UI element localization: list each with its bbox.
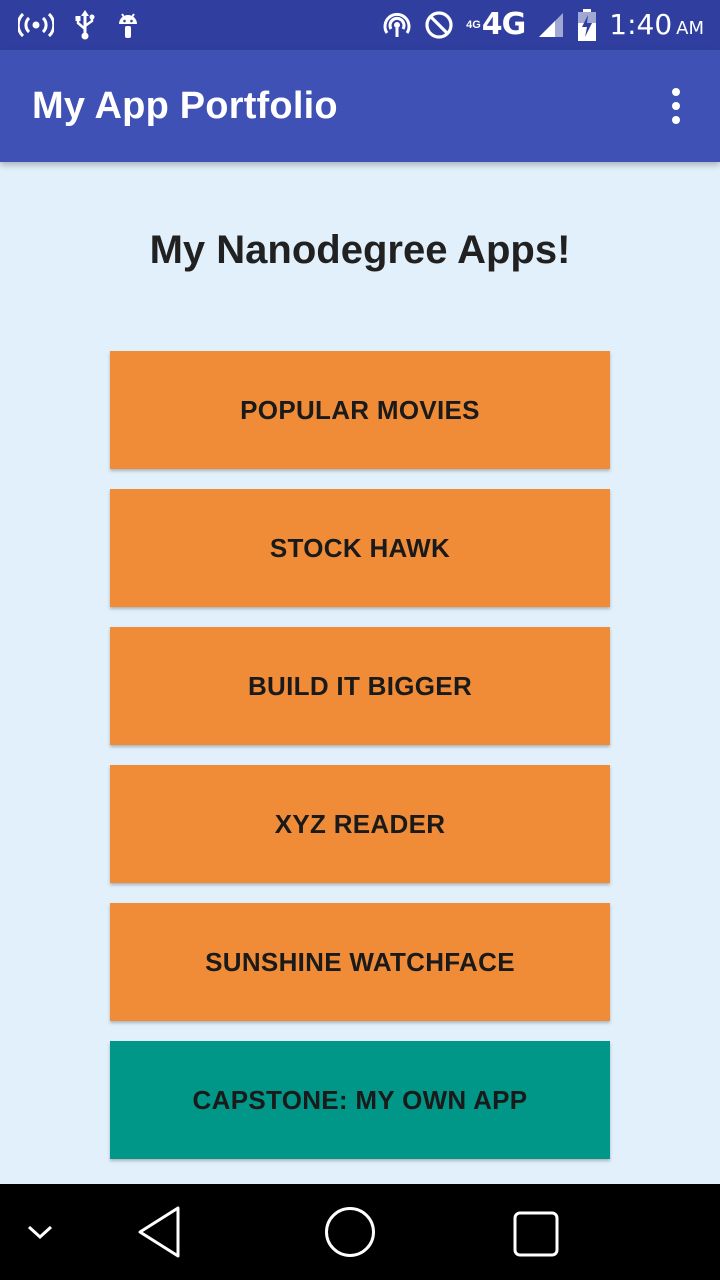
nfc-icon (382, 10, 412, 40)
navigation-bar (0, 1184, 720, 1280)
do-not-disturb-icon (424, 10, 454, 40)
popular-movies-button[interactable]: POPULAR MOVIES (110, 351, 610, 469)
overflow-dot (672, 116, 680, 124)
status-bar: 4G 4G 1:40 AM (0, 0, 720, 50)
clock-time: 1:40 (609, 8, 673, 41)
signal-icon (537, 11, 565, 39)
home-icon[interactable] (318, 1200, 382, 1264)
overflow-dot (672, 88, 680, 96)
usb-icon (74, 10, 96, 40)
sunshine-watchface-button[interactable]: SUNSHINE WATCHFACE (110, 903, 610, 1021)
app-title: My App Portfolio (32, 84, 338, 127)
xyz-reader-button[interactable]: XYZ READER (110, 765, 610, 883)
recents-icon[interactable] (506, 1204, 566, 1264)
app-bar: My App Portfolio (0, 50, 720, 162)
stock-hawk-button[interactable]: STOCK HAWK (110, 489, 610, 607)
capstone-button[interactable]: CAPSTONE: MY OWN APP (110, 1041, 610, 1159)
clock: 1:40 AM (609, 11, 704, 39)
network-type: 4G 4G (466, 7, 526, 42)
back-icon[interactable] (128, 1202, 192, 1262)
more-vert-icon[interactable] (646, 66, 706, 146)
page-heading: My Nanodegree Apps! (149, 228, 571, 272)
build-it-bigger-button[interactable]: BUILD IT BIGGER (110, 627, 610, 745)
main-content: My Nanodegree Apps! POPULAR MOVIES STOCK… (0, 162, 720, 1184)
hotspot-icon (18, 12, 54, 38)
network-type-small: 4G (466, 18, 481, 31)
overflow-dot (672, 102, 680, 110)
collapse-down-icon[interactable] (14, 1212, 66, 1252)
battery-charging-icon (577, 9, 597, 41)
clock-ampm: AM (676, 18, 704, 39)
android-debug-icon (116, 10, 140, 40)
network-type-label: 4G (481, 7, 526, 42)
